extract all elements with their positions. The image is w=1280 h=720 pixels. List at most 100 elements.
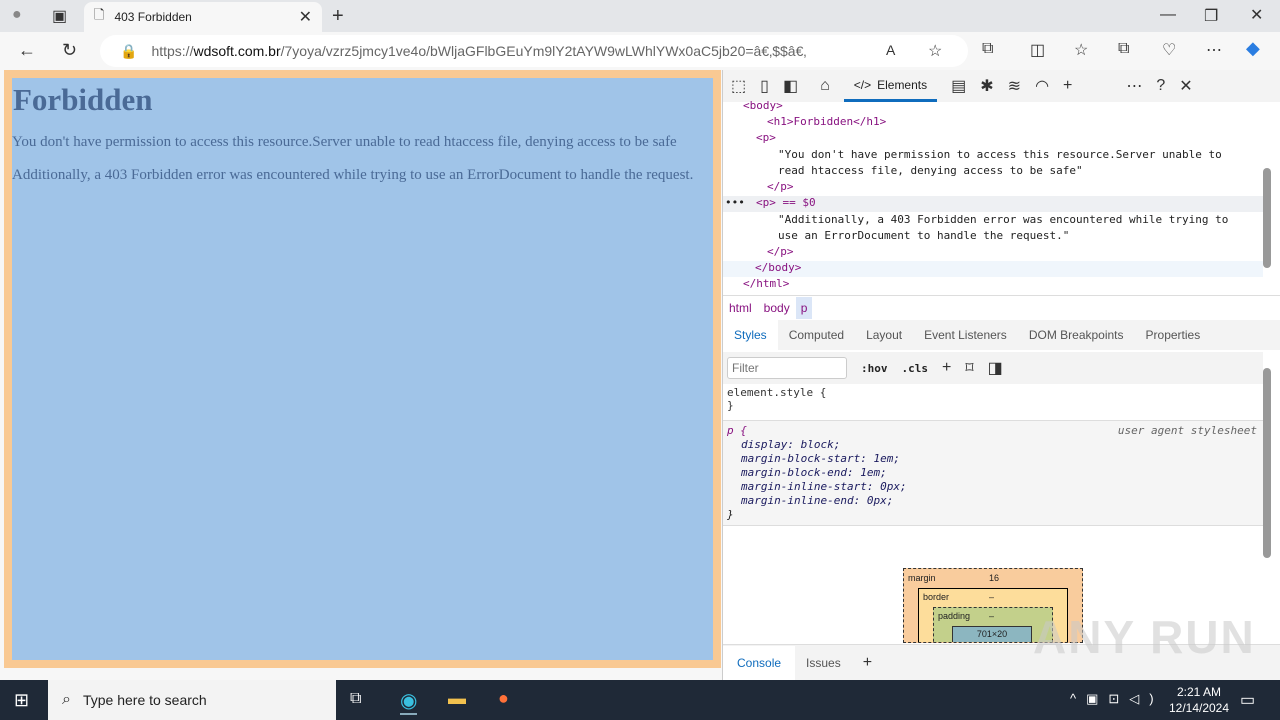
read-aloud-icon[interactable]: A <box>886 42 895 58</box>
breadcrumb: html body p <box>723 295 1280 319</box>
clock[interactable]: 2:21 AM 12/14/2024 <box>1164 684 1234 716</box>
styles-tabs: Styles Computed Layout Event Listeners D… <box>723 320 1280 350</box>
dom-p2-open[interactable]: <p> == $0 <box>756 196 816 209</box>
close-devtools-icon[interactable]: ✕ <box>1179 76 1192 96</box>
more-options-icon[interactable]: ⋯ <box>1126 76 1142 96</box>
padding-value: – <box>989 611 995 621</box>
breadcrumb-p[interactable]: p <box>795 296 813 319</box>
taskbar-search[interactable]: ⌕ Type here to search <box>48 680 336 720</box>
performance-icon[interactable]: ♡ <box>1162 40 1176 60</box>
tab-properties[interactable]: Properties <box>1135 328 1212 342</box>
page-body: Forbidden You don't have permission to a… <box>12 78 713 660</box>
border-value: – <box>989 592 995 602</box>
dom-p1-text-2: read htaccess file, denying access to be… <box>778 164 1083 177</box>
tab-dom-breakpoints[interactable]: DOM Breakpoints <box>1018 328 1135 342</box>
tab-styles[interactable]: Styles <box>723 320 778 350</box>
tab-title: 403 Forbidden <box>114 10 192 24</box>
tab-layout[interactable]: Layout <box>855 328 913 342</box>
favorites-icon[interactable]: ☆ <box>1074 40 1088 60</box>
minimize-icon[interactable]: — <box>1160 6 1176 24</box>
new-rule-plus-icon[interactable]: + <box>942 359 951 377</box>
help-icon[interactable]: ? <box>1156 77 1165 95</box>
dom-p2-text-2: use an ErrorDocument to handle the reque… <box>778 229 1070 242</box>
padding-label: padding <box>938 611 971 621</box>
system-tray-icons[interactable]: ^▣⊡◁) <box>1070 691 1164 707</box>
more-icon[interactable]: ⋯ <box>1206 40 1222 60</box>
console-icon[interactable]: ▤ <box>951 76 966 96</box>
date: 12/14/2024 <box>1168 701 1230 715</box>
profile-icon[interactable]: ● <box>12 6 22 24</box>
dom-p1-text-1: "You don't have permission to access thi… <box>778 148 1222 161</box>
maximize-icon[interactable]: ❐ <box>1204 6 1218 26</box>
closing-brace: } <box>727 508 734 521</box>
node-actions-icon[interactable]: ••• <box>725 196 745 209</box>
tab-computed[interactable]: Computed <box>778 328 855 342</box>
dom-html-close[interactable]: </html> <box>743 277 789 290</box>
welcome-home-icon[interactable]: ⌂ <box>820 77 830 95</box>
firefox-icon[interactable]: ● <box>498 688 509 709</box>
paragraph-2: Additionally, a 403 Forbidden error was … <box>12 167 694 183</box>
time: 2:21 AM <box>1176 685 1222 699</box>
dom-scrollbar[interactable] <box>1263 168 1271 268</box>
add-favorite-icon[interactable]: ☆ <box>928 41 942 61</box>
paint-brush-icon[interactable]: ⌑ <box>965 358 973 378</box>
browser-tab[interactable]: 🗋 403 Forbidden ✕ <box>84 2 322 32</box>
notifications-icon[interactable]: ▭ <box>1240 690 1255 710</box>
extensions-icon[interactable]: ⧉ <box>982 40 993 58</box>
dock-icon[interactable]: ◧ <box>783 76 798 96</box>
close-window-icon[interactable]: ✕ <box>1250 5 1263 25</box>
tab-elements[interactable]: </> Elements <box>843 70 938 102</box>
tab-issues[interactable]: Issues <box>795 656 852 670</box>
copilot-icon[interactable]: ◆ <box>1246 38 1260 59</box>
url-input[interactable]: 🔒 https://wdsoft.com.br/7yoya/vzrz5jmcy1… <box>100 35 968 67</box>
collections-icon[interactable]: ⧉ <box>1118 40 1129 58</box>
bug-icon[interactable]: ✱ <box>980 76 993 96</box>
close-tab-icon[interactable]: ✕ <box>299 7 312 27</box>
add-drawer-tab-icon[interactable]: + <box>852 654 883 672</box>
device-emulation-icon[interactable]: ▯ <box>760 76 769 96</box>
dom-tree: <body> <h1>Forbidden</h1> <p> "You don't… <box>723 99 1263 294</box>
performance-gauge-icon[interactable]: ◠ <box>1035 76 1049 96</box>
hov-button[interactable]: :hov <box>861 362 888 375</box>
back-icon[interactable]: ← <box>18 40 36 61</box>
dom-p2-text-1: "Additionally, a 403 Forbidden error was… <box>778 213 1229 226</box>
network-wifi-icon[interactable]: ≋ <box>1008 76 1021 96</box>
edge-icon[interactable]: ◉ <box>400 688 418 715</box>
dom-h1[interactable]: <h1>Forbidden</h1> <box>767 115 886 128</box>
code-icon: </> <box>853 77 872 92</box>
breadcrumb-body[interactable]: body <box>758 301 796 315</box>
filter-input[interactable] <box>727 357 847 379</box>
dom-body-open[interactable]: <body> <box>743 99 783 112</box>
border-label: border <box>923 592 950 602</box>
margin-value: 16 <box>989 573 1000 583</box>
new-tab-icon[interactable]: + <box>332 5 344 28</box>
task-view-icon[interactable]: ⧉ <box>350 690 361 708</box>
windows-start-icon[interactable]: ⊞ <box>14 690 29 711</box>
dom-body-close[interactable]: </body> <box>755 261 801 274</box>
taskbar: ⊞ ⌕ Type here to search ⧉ ◉ ▬ ● ^▣⊡◁) 2:… <box>0 680 1280 720</box>
user-agent-rule: user agent stylesheet p { display: block… <box>723 420 1263 526</box>
dom-p1-open[interactable]: <p> <box>756 131 776 144</box>
toggle-sidebar-icon[interactable]: ◨ <box>988 358 1003 378</box>
box-model-content: 701×20 <box>952 626 1032 642</box>
watermark: ANY RUN <box>1033 611 1256 663</box>
breadcrumb-html[interactable]: html <box>723 301 758 315</box>
tab-event-listeners[interactable]: Event Listeners <box>913 328 1018 342</box>
element-style-rule: element.style { } <box>727 386 1263 412</box>
refresh-icon[interactable]: ↻ <box>62 40 77 61</box>
lock-icon[interactable]: 🔒 <box>120 43 137 60</box>
rule-prop: margin-block-end: 1em; <box>741 466 887 479</box>
styles-scrollbar[interactable] <box>1263 368 1271 558</box>
devtools-toolbar: ⬚ ▯ ◧ ⌂ </> Elements ▤ ✱ ≋ ◠ + ⋯ ? ✕ <box>723 70 1280 102</box>
split-screen-icon[interactable]: ◫ <box>1030 40 1045 60</box>
more-tools-plus-icon[interactable]: + <box>1063 77 1072 95</box>
page-heading: Forbidden <box>13 82 153 117</box>
file-explorer-icon[interactable]: ▬ <box>448 688 466 709</box>
inspect-icon[interactable]: ⬚ <box>731 76 746 96</box>
closing-brace: } <box>727 399 734 412</box>
tab-console[interactable]: Console <box>723 645 796 680</box>
tab-actions-icon[interactable]: ▣ <box>52 6 67 26</box>
cls-button[interactable]: .cls <box>902 362 929 375</box>
tab-strip: ● ▣ 🗋 403 Forbidden ✕ + — ❐ ✕ <box>0 0 1280 32</box>
rule-prop: margin-inline-end: 0px; <box>741 494 894 507</box>
